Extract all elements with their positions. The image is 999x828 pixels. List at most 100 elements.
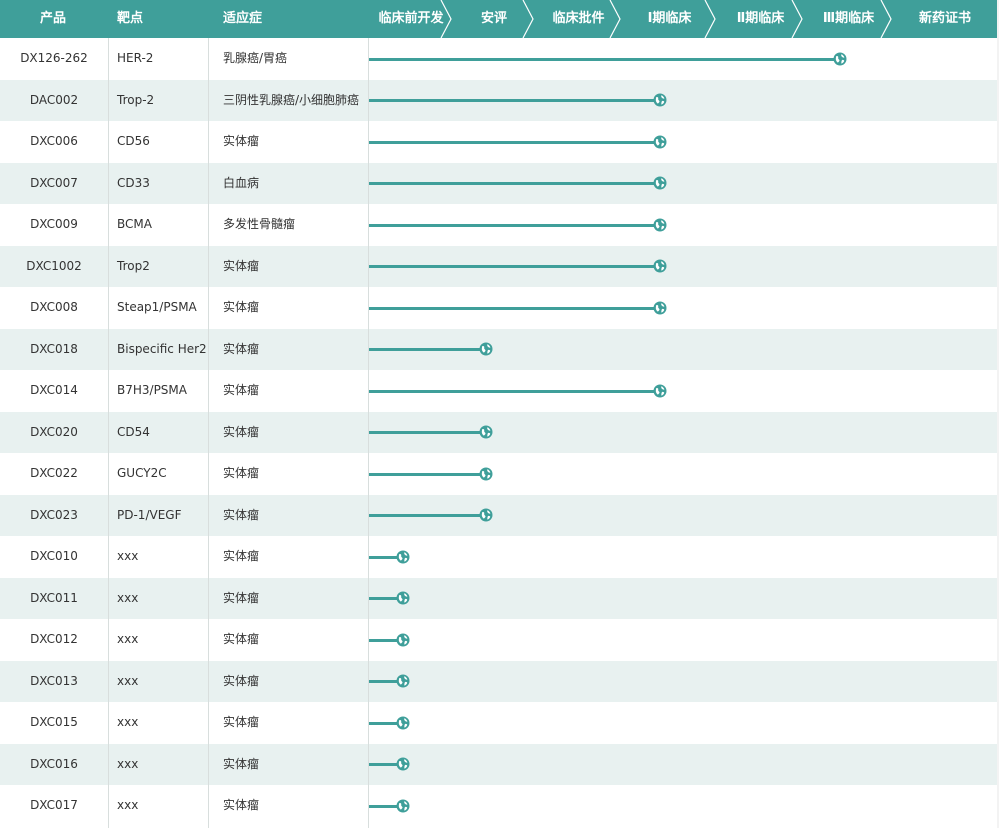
- progress-bar: [369, 182, 654, 185]
- product-code: DXC010: [30, 549, 78, 563]
- progress-bar: [369, 265, 654, 268]
- indication-name: 实体瘤: [223, 756, 260, 771]
- table-row: DX126-262 HER-2 乳腺癌/胃癌: [0, 38, 997, 80]
- globe-icon: [653, 384, 667, 397]
- indication-name: 实体瘤: [223, 507, 260, 522]
- table-row: DXC022 GUCY2C 实体瘤: [0, 453, 997, 495]
- product-code: DXC008: [30, 300, 78, 314]
- table-row: DXC011 xxx 实体瘤: [0, 577, 997, 619]
- progress-bar: [369, 431, 480, 434]
- globe-icon: [396, 757, 410, 771]
- product-code: DXC017: [30, 798, 78, 812]
- progress-bar: [369, 680, 397, 683]
- product-code: DXC013: [30, 673, 78, 688]
- product-code: DXC007: [30, 175, 78, 190]
- product-code: DXC015: [30, 715, 78, 729]
- product-code: DXC020: [30, 424, 78, 439]
- indication-name: 实体瘤: [223, 383, 260, 397]
- target-name: BCMA: [117, 217, 152, 231]
- globe-icon: [653, 301, 667, 314]
- table-row: DXC1002 Trop2 实体瘤: [0, 245, 997, 287]
- progress-bar: [369, 514, 480, 517]
- table-header: 产品 靶点 适应症 临床前开发 安评 临床批件 Ⅰ期临床 Ⅱ期临床 Ⅲ期临床 新药证书: [0, 0, 997, 38]
- table-row: DXC016 xxx 实体瘤: [0, 743, 997, 785]
- progress-bar: [369, 555, 397, 559]
- product-code: DXC011: [30, 590, 78, 605]
- globe-icon: [479, 342, 493, 356]
- indication-name: 白血病: [223, 175, 260, 190]
- target-name: PD-1/VEGF: [117, 507, 182, 522]
- globe-icon: [396, 716, 410, 729]
- progress-bar: [369, 638, 397, 642]
- progress-bar: [369, 348, 480, 351]
- table-row: DXC015 xxx 实体瘤: [0, 702, 997, 744]
- stage-header: Ⅲ期临床: [822, 11, 875, 26]
- product-code: DXC023: [30, 507, 78, 522]
- globe-icon: [479, 425, 493, 439]
- table-row: DAC002 Trop-2 三阴性乳腺癌/小细胞肺癌: [0, 79, 997, 121]
- product-code: DXC014: [30, 383, 78, 397]
- table-row: DXC017 xxx 实体瘤: [0, 785, 997, 827]
- progress-bar: [369, 57, 834, 61]
- target-name: Trop-2: [117, 92, 155, 107]
- table-row: DXC008 Steap1/PSMA 实体瘤: [0, 287, 997, 329]
- indication-name: 三阴性乳腺癌/小细胞肺癌: [223, 92, 360, 107]
- progress-bar: [369, 99, 654, 102]
- header-indication: 适应症: [223, 11, 263, 26]
- indication-name: 实体瘤: [223, 549, 260, 563]
- indication-name: 实体瘤: [223, 300, 260, 314]
- table-row: DXC014 B7H3/PSMA 实体瘤: [0, 370, 997, 412]
- globe-icon: [833, 52, 847, 65]
- progress-bar: [369, 721, 397, 725]
- table-row: DXC013 xxx 实体瘤: [0, 660, 997, 702]
- globe-icon: [396, 799, 410, 812]
- target-name: Bispecific Her2: [117, 341, 207, 356]
- table-row: DXC007 CD33 白血病: [0, 162, 997, 204]
- product-code: DXC022: [30, 466, 78, 480]
- indication-name: 多发性骨髓瘤: [223, 217, 296, 231]
- stage-header: Ⅰ期临床: [647, 11, 692, 26]
- target-name: Trop2: [117, 258, 150, 273]
- product-code: DX126-262: [20, 51, 88, 65]
- header-target: 靶点: [117, 11, 144, 26]
- target-name: xxx: [117, 632, 139, 646]
- product-code: DXC016: [30, 756, 78, 771]
- target-name: Steap1/PSMA: [117, 300, 197, 314]
- target-name: CD56: [117, 134, 150, 148]
- table-row: DXC018 Bispecific Her2 实体瘤: [0, 328, 997, 370]
- column-divider: [368, 38, 369, 828]
- indication-name: 实体瘤: [223, 798, 260, 812]
- header-product: 产品: [40, 11, 67, 26]
- column-divider: [108, 38, 109, 828]
- globe-icon: [653, 135, 667, 148]
- globe-icon: [653, 259, 667, 273]
- progress-bar: [369, 763, 397, 766]
- indication-name: 实体瘤: [223, 341, 260, 356]
- column-divider: [208, 38, 209, 828]
- indication-name: 实体瘤: [223, 258, 260, 273]
- progress-bar: [369, 223, 654, 227]
- stage-header: Ⅱ期临床: [736, 11, 785, 26]
- target-name: CD33: [117, 175, 150, 190]
- globe-icon: [396, 550, 410, 563]
- target-name: HER-2: [117, 51, 154, 65]
- indication-name: 实体瘤: [223, 466, 260, 480]
- table-row: DXC020 CD54 实体瘤: [0, 411, 997, 453]
- globe-icon: [653, 93, 667, 107]
- progress-bar: [369, 804, 397, 808]
- product-code: DXC012: [30, 632, 78, 646]
- stage-header: 新药证书: [918, 11, 971, 26]
- indication-name: 实体瘤: [223, 715, 260, 729]
- table-row: DXC006 CD56 实体瘤: [0, 121, 997, 163]
- table-row: DXC012 xxx 实体瘤: [0, 619, 997, 661]
- table-row: DXC009 BCMA 多发性骨髓瘤: [0, 204, 997, 246]
- target-name: xxx: [117, 798, 139, 812]
- indication-name: 乳腺癌/胃癌: [223, 51, 288, 65]
- product-code: DXC006: [30, 134, 78, 148]
- progress-bar: [369, 140, 654, 144]
- indication-name: 实体瘤: [223, 424, 260, 439]
- target-name: xxx: [117, 756, 139, 771]
- table-row: DXC010 xxx 实体瘤: [0, 536, 997, 578]
- progress-bar: [369, 597, 397, 600]
- progress-bar: [369, 389, 654, 393]
